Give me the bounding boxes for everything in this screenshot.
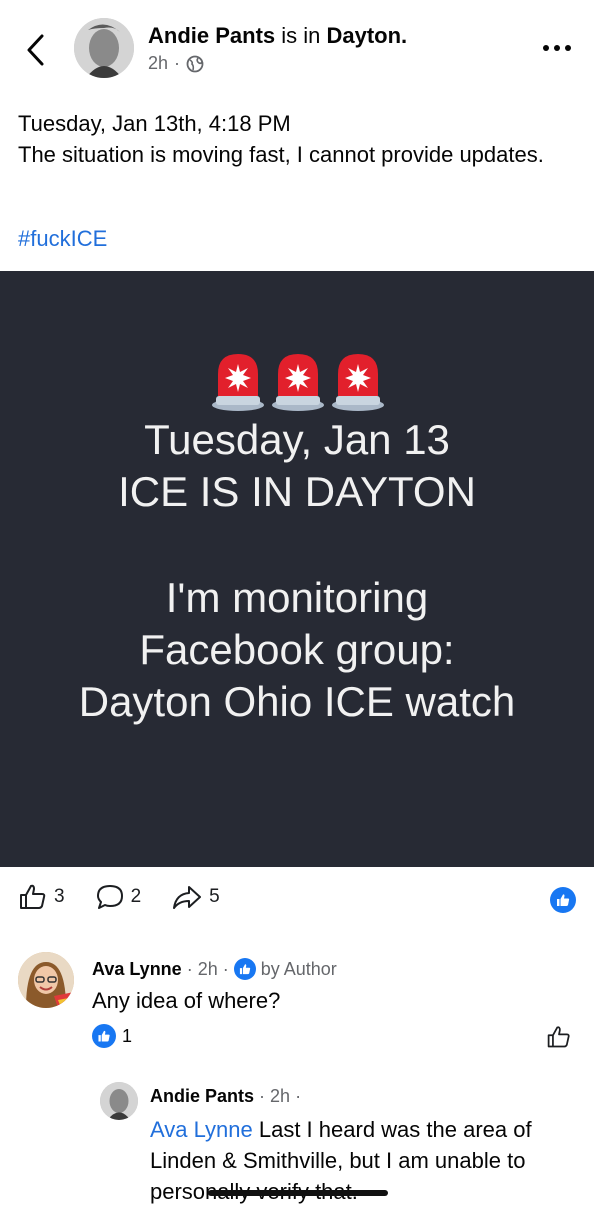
image-line-alert: ICE IS IN DAYTON (118, 468, 476, 515)
share-button[interactable]: 5 (171, 882, 220, 912)
post-action-bar: 3 2 5 (18, 882, 250, 912)
like-button[interactable]: 3 (18, 882, 65, 912)
comment-text: Any idea of where? (92, 988, 281, 1013)
reply-author-name[interactable]: Andie Pants (150, 1086, 254, 1106)
comment-like-button[interactable] (546, 1024, 572, 1050)
like-reaction-icon (550, 887, 576, 913)
image-line-date: Tuesday, Jan 13 (144, 416, 450, 463)
author-photo (74, 18, 134, 78)
siren-icon (332, 354, 384, 411)
reaction-badge[interactable] (550, 887, 576, 913)
reply-author-photo (100, 1082, 138, 1120)
post-header-title: Andie Pants is in Dayton. (148, 22, 407, 50)
comment-count: 2 (130, 886, 142, 907)
reply-time[interactable]: 2h (270, 1086, 290, 1106)
post-time[interactable]: 2h (148, 53, 168, 74)
home-indicator (208, 1190, 388, 1196)
commenter-photo (18, 952, 74, 1008)
like-reaction-icon (92, 1024, 116, 1048)
commenter-name[interactable]: Ava Lynne (92, 959, 182, 980)
siren-icon (272, 354, 324, 411)
share-count: 5 (209, 886, 220, 907)
more-dots-icon (543, 45, 571, 51)
image-line-group-name: Dayton Ohio ICE watch (78, 678, 516, 725)
reply-author-avatar[interactable] (100, 1082, 138, 1120)
image-text-headline: Tuesday, Jan 13 ICE IS IN DAYTON (0, 414, 594, 518)
siren-emojis (210, 350, 386, 412)
image-line-group-label: Facebook group: (139, 626, 455, 673)
back-button[interactable] (20, 30, 56, 70)
comment-bubble-icon (96, 885, 123, 909)
header-connector: is in (275, 23, 327, 48)
thumbs-up-icon (547, 1026, 570, 1048)
comment-time[interactable]: 2h (198, 959, 218, 980)
author-avatar[interactable] (74, 18, 134, 78)
comment-header: Ava Lynne · 2h · by Author (92, 958, 337, 980)
comment-dot: · (222, 958, 229, 979)
post-meta: 2h · (148, 53, 204, 74)
reply-dot: · (259, 1086, 271, 1106)
meta-separator: · (174, 53, 181, 73)
more-options-button[interactable] (540, 36, 574, 60)
post-line-message: The situation is moving fast, I cannot p… (18, 142, 544, 167)
chevron-left-icon (27, 34, 44, 66)
reply-header: Andie Pants · 2h · (150, 1086, 301, 1107)
comment-button[interactable]: 2 (95, 882, 142, 912)
like-count: 3 (54, 886, 65, 907)
siren-icon (212, 354, 264, 411)
post-body: Tuesday, Jan 13th, 4:18 PM The situation… (18, 108, 578, 170)
commenter-avatar[interactable] (18, 952, 74, 1008)
mention-link[interactable]: Ava Lynne (150, 1117, 253, 1142)
comment-reactions[interactable]: 1 (92, 1024, 132, 1048)
globe-icon (186, 55, 204, 72)
hashtag-link[interactable]: #fuckICE (18, 226, 107, 252)
reply-dot: · (295, 1086, 302, 1106)
comment-reaction-count: 1 (122, 1025, 133, 1046)
like-reaction-icon (233, 958, 256, 980)
post-line-datetime: Tuesday, Jan 13th, 4:18 PM (18, 111, 291, 136)
liked-by-author-label: by Author (260, 958, 337, 979)
comment-dot: · (186, 958, 193, 979)
thumbs-up-icon (20, 884, 46, 909)
author-name[interactable]: Andie Pants (148, 23, 275, 48)
image-line-monitoring: I'm monitoring (165, 574, 429, 621)
share-arrow-icon (173, 886, 202, 909)
location-link[interactable]: Dayton. (327, 23, 408, 48)
image-text-body: I'm monitoring Facebook group: Dayton Oh… (0, 572, 594, 728)
